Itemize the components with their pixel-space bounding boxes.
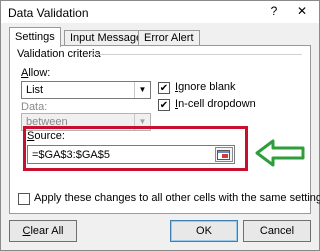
tab-input-message[interactable]: Input Message	[64, 30, 149, 46]
ignore-blank-label: Ignore blank	[175, 81, 236, 93]
allow-label: Allow:	[21, 67, 51, 79]
ok-button[interactable]: OK	[170, 220, 238, 242]
help-button[interactable]: ?	[263, 2, 285, 20]
clear-all-button[interactable]: Clear All	[9, 220, 77, 242]
in-cell-dropdown-label: In-cell dropdown	[175, 98, 256, 110]
close-button[interactable]: ✕	[287, 2, 317, 20]
tab-error-alert[interactable]: Error Alert	[138, 30, 200, 46]
collapse-dialog-icon	[217, 150, 230, 160]
ignore-blank-checkbox[interactable]: ✔	[158, 82, 170, 94]
apply-to-all-label: Apply these changes to all other cells w…	[34, 192, 320, 204]
cancel-button[interactable]: Cancel	[243, 220, 311, 242]
dropdown-arrow-icon: ▼	[134, 82, 150, 98]
collapse-dialog-button[interactable]	[215, 147, 233, 162]
apply-to-all-checkbox[interactable]	[18, 193, 30, 205]
source-label: Source:	[27, 130, 65, 142]
data-label: Data:	[21, 101, 48, 113]
in-cell-dropdown-checkbox[interactable]: ✔	[158, 99, 170, 111]
group-divider	[84, 54, 302, 55]
tab-settings[interactable]: Settings	[9, 27, 61, 47]
settings-panel: Validation criteria Allow: List ▼ ✔ Igno…	[9, 45, 320, 214]
check-icon: ✔	[159, 83, 169, 94]
data-validation-dialog: Data Validation ? ✕ Settings Input Messa…	[0, 0, 320, 251]
allow-select[interactable]: List ▼	[21, 81, 151, 99]
source-value: =$GA$3:$GA$5	[32, 149, 110, 161]
source-input[interactable]: =$GA$3:$GA$5	[27, 145, 235, 164]
window-title: Data Validation	[8, 6, 89, 20]
check-icon: ✔	[159, 100, 169, 111]
green-arrow-icon	[255, 139, 305, 167]
title-bar: Data Validation ? ✕	[1, 1, 319, 23]
allow-value: List	[26, 84, 44, 96]
